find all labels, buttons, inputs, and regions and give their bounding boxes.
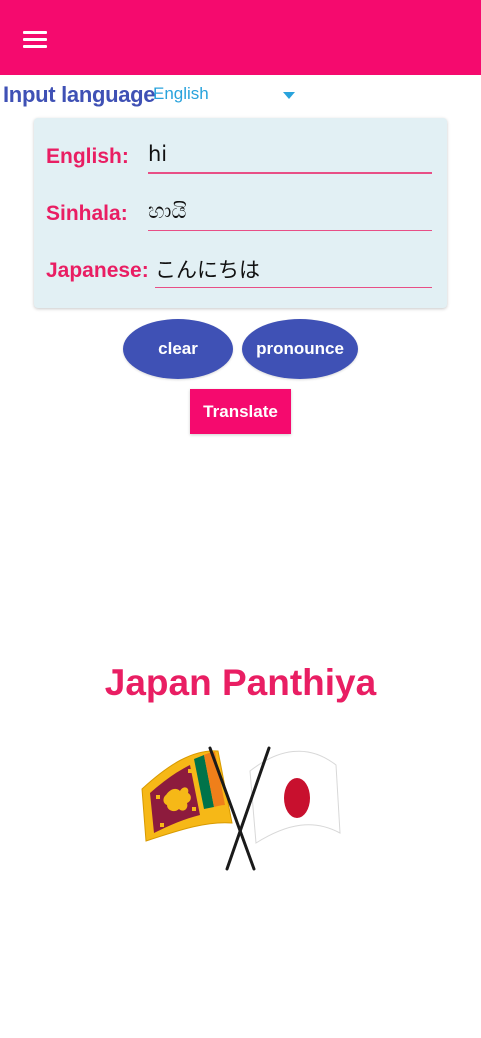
input-language-row: Input language English	[0, 78, 481, 110]
pronounce-button[interactable]: pronounce	[242, 319, 358, 379]
input-language-dropdown[interactable]: English	[153, 82, 303, 106]
sinhala-label: Sinhala:	[46, 202, 128, 225]
japanese-label: Japanese:	[46, 259, 149, 282]
app-name-title: Japan Panthiya	[104, 662, 377, 703]
translation-card: English: Sinhala: Japanese:	[34, 118, 447, 308]
japanese-input[interactable]	[155, 254, 432, 288]
sri-lanka-japan-flags-image	[141, 746, 341, 871]
clear-button[interactable]: clear	[123, 319, 233, 379]
input-language-label: Input language	[3, 82, 156, 107]
app-bar	[0, 0, 481, 75]
sri-lanka-flag-icon	[141, 750, 233, 842]
sinhala-input[interactable]	[148, 197, 432, 231]
input-language-selected: English	[153, 84, 209, 103]
dropdown-arrow-icon	[283, 92, 295, 99]
english-label: English:	[46, 145, 129, 168]
english-input[interactable]	[148, 140, 432, 174]
hamburger-menu-icon[interactable]	[16, 22, 54, 56]
translate-button[interactable]: Translate	[190, 389, 291, 434]
